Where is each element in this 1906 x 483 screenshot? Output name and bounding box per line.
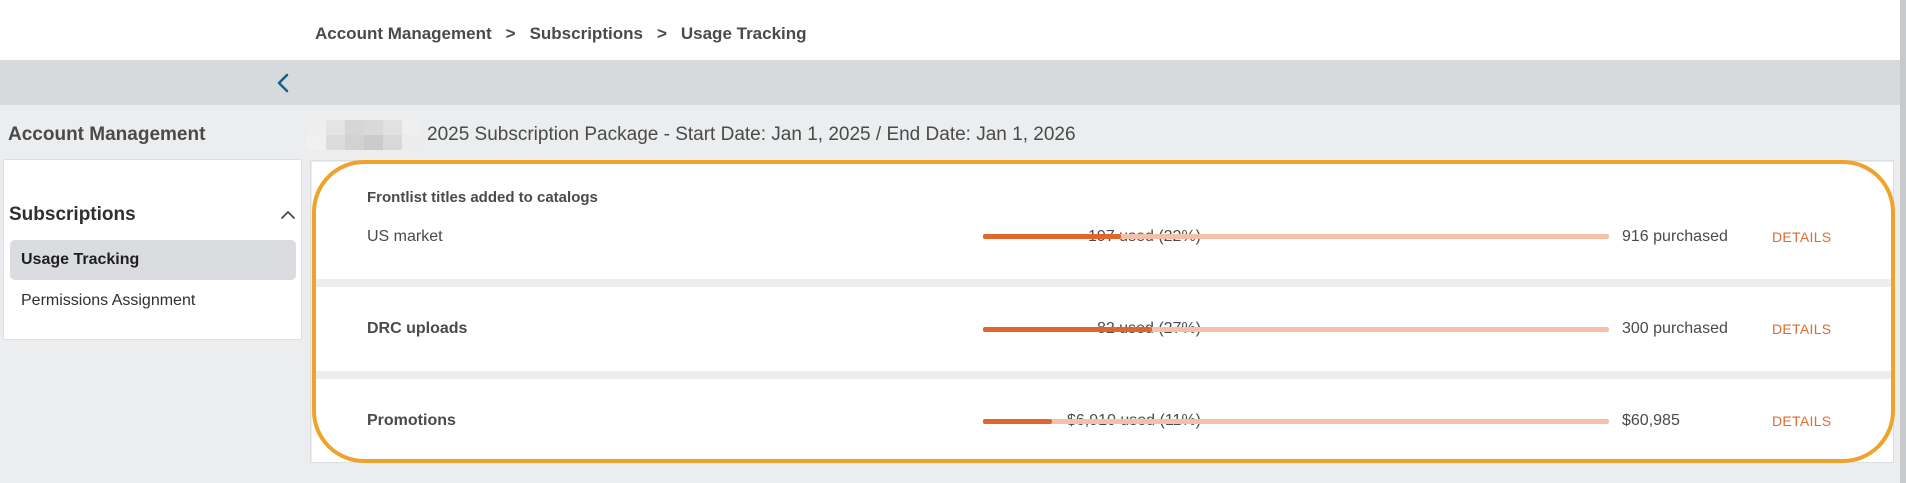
usage-progress-bar [983, 419, 1609, 424]
usage-row-label: US market [367, 228, 443, 245]
sidebar-nav: Subscriptions Usage Tracking Permissions… [3, 159, 302, 340]
usage-purchased-value: 300 purchased [1622, 320, 1728, 337]
sidebar-item-usage-tracking[interactable]: Usage Tracking [10, 240, 296, 280]
usage-progress-bar [983, 234, 1609, 239]
usage-row-label: DRC uploads [367, 320, 468, 337]
sidebar-title: Account Management [8, 124, 206, 145]
package-logo [307, 120, 421, 150]
usage-progress-fill [983, 327, 1153, 332]
usage-row-heading: Frontlist titles added to catalogs [367, 189, 598, 206]
breadcrumb-usage-tracking: Usage Tracking [680, 24, 807, 43]
sidebar-item-label: Permissions Assignment [21, 292, 196, 309]
usage-progress-bar [983, 327, 1609, 332]
top-header: Account Management > Subscriptions > Usa… [0, 0, 1900, 60]
details-link[interactable]: DETAILS [1772, 321, 1831, 337]
breadcrumb-subscriptions[interactable]: Subscriptions [530, 24, 643, 44]
sidebar-section-label: Subscriptions [9, 204, 136, 225]
collapse-sidebar-button[interactable] [272, 71, 294, 95]
sidebar-item-label: Usage Tracking [21, 251, 140, 268]
usage-progress-fill [983, 234, 1121, 239]
usage-row-drc-uploads: DRC uploads 82 used (27%) 300 purchased … [312, 287, 1893, 371]
sidebar-item-permissions-assignment[interactable]: Permissions Assignment [10, 281, 296, 321]
usage-panel: Frontlist titles added to catalogs US ma… [310, 160, 1894, 463]
breadcrumb-account-management[interactable]: Account Management [315, 24, 492, 44]
usage-row-promotions: Promotions $6,910 used (11%) $60,985 DET… [312, 379, 1893, 462]
chevron-left-icon [277, 73, 289, 93]
usage-purchased-value: 916 purchased [1622, 228, 1728, 245]
breadcrumb: Account Management > Subscriptions > Usa… [315, 24, 807, 44]
details-link[interactable]: DETAILS [1772, 413, 1831, 429]
usage-row-label: Promotions [367, 412, 456, 429]
usage-progress-fill [983, 419, 1052, 424]
usage-row-frontlist: Frontlist titles added to catalogs US ma… [312, 162, 1893, 279]
chevron-up-icon [281, 211, 295, 219]
page-scrollbar[interactable] [1900, 0, 1906, 483]
usage-purchased-value: $60,985 [1622, 412, 1680, 429]
breadcrumb-separator: > [505, 24, 516, 43]
package-header: 2025 Subscription Package - Start Date: … [307, 120, 1076, 150]
package-title: 2025 Subscription Package - Start Date: … [427, 124, 1076, 145]
details-link[interactable]: DETAILS [1772, 229, 1831, 245]
sidebar-section-subscriptions[interactable]: Subscriptions [9, 200, 296, 230]
breadcrumb-separator: > [656, 24, 667, 43]
